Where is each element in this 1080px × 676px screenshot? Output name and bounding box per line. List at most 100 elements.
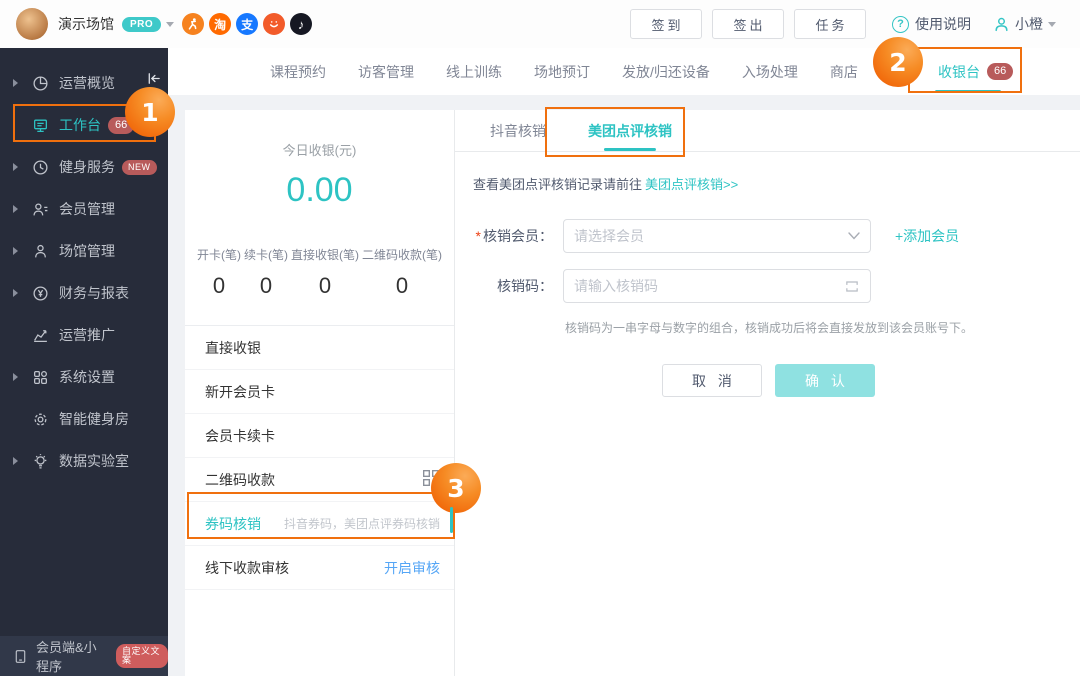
tab-course-booking[interactable]: 课程预约 — [270, 62, 326, 82]
required-asterisk: * — [475, 228, 481, 244]
stat-qr-payments: 二维码收款(笔) 0 — [362, 248, 442, 298]
scrollbar-thumb[interactable] — [450, 507, 453, 533]
tab-cashier-label: 收银台 — [938, 63, 980, 80]
sidebar-item-data-lab[interactable]: 数据实验室 — [0, 440, 168, 482]
sidebar-item-workbench[interactable]: 工作台 66 — [0, 104, 168, 146]
module-nav-bar: 课程预约 访客管理 线上训练 场地预订 发放/归还设备 入场处理 商店 更 收银… — [168, 48, 1080, 95]
tab-more[interactable]: 更 — [890, 62, 904, 82]
alipay-icon[interactable]: 支 — [236, 13, 259, 35]
yuan-finance-icon — [32, 285, 49, 302]
sidebar-item-marketing[interactable]: 运营推广 — [0, 314, 168, 356]
sidebar-item-label: 健身服务 — [59, 159, 115, 175]
stat-direct-cashier: 直接收银(笔) 0 — [291, 248, 359, 298]
member-select-input[interactable] — [574, 228, 842, 244]
tab-equipment[interactable]: 发放/归还设备 — [622, 62, 710, 82]
custom-text-badge: 自定义文案 — [115, 644, 168, 668]
verification-code-input[interactable] — [574, 278, 838, 294]
sidebar-item-operations-overview[interactable]: 运营概览 — [0, 62, 168, 104]
action-new-member-card[interactable]: 新开会员卡 — [185, 370, 454, 414]
sidebar-item-finance-reports[interactable]: 财务与报表 — [0, 272, 168, 314]
sidebar-item-member-management[interactable]: 会员管理 — [0, 188, 168, 230]
app-window: 演示场馆 PRO 淘 支 ♪ 签到 签出 任务 ? 使用说明 小橙 运营概览 工… — [0, 0, 1080, 676]
cancel-button[interactable]: 取 消 — [662, 364, 762, 397]
active-tab-underline — [935, 90, 1001, 93]
qr-code-icon — [422, 469, 440, 490]
verification-pane: 抖音核销 美团点评核销 查看美团点评核销记录请前往 美团点评核销>> * 核销会员：… — [455, 110, 1080, 676]
code-helper-text: 核销码为一串字母与数字的组合，核销成功后将会直接发放到该会员账号下。 — [565, 321, 974, 335]
help-link[interactable]: ? 使用说明 — [892, 14, 971, 34]
count-badge: 66 — [987, 63, 1014, 80]
verification-code-field[interactable] — [563, 269, 871, 303]
trend-chart-icon — [32, 327, 49, 344]
sidebar-item-fitness-services[interactable]: 健身服务 NEW — [0, 146, 168, 188]
sidebar-item-label: 系统设置 — [59, 369, 115, 385]
stat-cards-renewed: 续卡(笔) 0 — [244, 248, 288, 298]
sidebar-item-member-miniprogram[interactable]: 会员端&小程序 自定义文案 — [0, 636, 168, 676]
gear-icon — [32, 411, 49, 428]
venue-avatar[interactable] — [16, 8, 48, 40]
sidebar-item-label: 会员端&小程序 — [36, 640, 97, 674]
sidebar-item-smart-gym[interactable]: 智能健身房 — [0, 398, 168, 440]
sidebar-item-label: 会员管理 — [59, 201, 115, 217]
member-select[interactable] — [563, 219, 871, 253]
member-field-label: * 核销会员： — [475, 228, 553, 244]
tasks-button[interactable]: 任务 — [794, 9, 866, 39]
tab-cashier[interactable]: 收银台 66 — [938, 48, 1014, 95]
tab-meituan-verification[interactable]: 美团点评核销 — [588, 110, 672, 151]
enable-review-link[interactable]: 开启审核 — [384, 558, 440, 578]
confirm-button[interactable]: 确 认 — [775, 364, 875, 397]
chevron-down-icon — [848, 232, 860, 240]
sidebar-item-label: 场馆管理 — [59, 243, 115, 259]
tab-store[interactable]: 商店 — [830, 62, 858, 82]
checkout-button[interactable]: 签出 — [712, 9, 784, 39]
expand-arrow-icon — [13, 247, 18, 255]
sidebar-item-label: 运营推广 — [59, 327, 115, 343]
taobao-icon[interactable]: 淘 — [209, 13, 232, 35]
checkin-button[interactable]: 签到 — [630, 9, 702, 39]
expand-arrow-icon — [13, 163, 18, 171]
dianping-smiley-icon[interactable] — [263, 13, 286, 35]
sidebar: 运营概览 工作台 66 健身服务 NEW 会员管理 场馆管理 财务与报表 运营推… — [0, 48, 168, 676]
add-member-link[interactable]: +添加会员 — [895, 226, 959, 246]
user-menu[interactable]: 小橙 — [993, 14, 1064, 34]
workbench-icon — [32, 117, 49, 134]
person-icon — [32, 243, 49, 260]
tab-field-reservation[interactable]: 场地预订 — [534, 62, 590, 82]
help-label: 使用说明 — [915, 16, 971, 32]
chevron-down-icon[interactable] — [166, 21, 175, 27]
chevron-down-icon — [1048, 21, 1056, 27]
action-qr-collection[interactable]: 二维码收款 — [185, 458, 454, 502]
sidebar-item-system-settings[interactable]: 系统设置 — [0, 356, 168, 398]
meituan-records-link[interactable]: 美团点评核销>> — [645, 177, 738, 192]
expand-arrow-icon — [13, 289, 18, 297]
sidebar-item-label: 智能健身房 — [59, 411, 129, 427]
sports-runner-icon[interactable] — [182, 13, 205, 35]
grid-icon — [32, 369, 49, 386]
workbench-card: 今日收银(元) 0.00 开卡(笔) 0 续卡(笔) 0 直接收银(笔) 0 二… — [185, 110, 1080, 676]
question-circle-icon: ? — [892, 15, 909, 33]
action-offline-payment-review[interactable]: 线下收款审核 开启审核 — [185, 546, 454, 590]
tab-online-training[interactable]: 线上训练 — [446, 62, 502, 82]
clock-icon — [32, 159, 49, 176]
members-icon — [32, 201, 49, 218]
records-notice: 查看美团点评核销记录请前往 美团点评核销>> — [473, 177, 739, 192]
user-icon — [995, 17, 1008, 31]
collapse-sidebar-icon[interactable] — [146, 71, 161, 91]
action-renew-member-card[interactable]: 会员卡续卡 — [185, 414, 454, 458]
pro-badge: PRO — [122, 16, 162, 32]
expand-arrow-icon — [13, 205, 18, 213]
expand-arrow-icon — [13, 457, 18, 465]
action-coupon-verification[interactable]: 券码核销 抖音券码，美团点评券码核销 — [185, 502, 454, 546]
sidebar-item-label: 运营概览 — [59, 75, 115, 91]
top-bar: 演示场馆 PRO 淘 支 ♪ 签到 签出 任务 ? 使用说明 小橙 — [0, 0, 1080, 48]
miniprogram-phone-icon — [15, 649, 26, 663]
new-badge: NEW — [122, 159, 157, 175]
tab-visitor-management[interactable]: 访客管理 — [358, 62, 414, 82]
tiktok-icon[interactable]: ♪ — [290, 13, 313, 35]
sidebar-item-venue-management[interactable]: 场馆管理 — [0, 230, 168, 272]
venue-name[interactable]: 演示场馆 — [58, 14, 114, 34]
username: 小橙 — [1015, 16, 1043, 32]
tab-douyin-verification[interactable]: 抖音核销 — [490, 110, 546, 151]
tab-entry-processing[interactable]: 入场处理 — [742, 62, 798, 82]
action-direct-cashier[interactable]: 直接收银 — [185, 326, 454, 370]
